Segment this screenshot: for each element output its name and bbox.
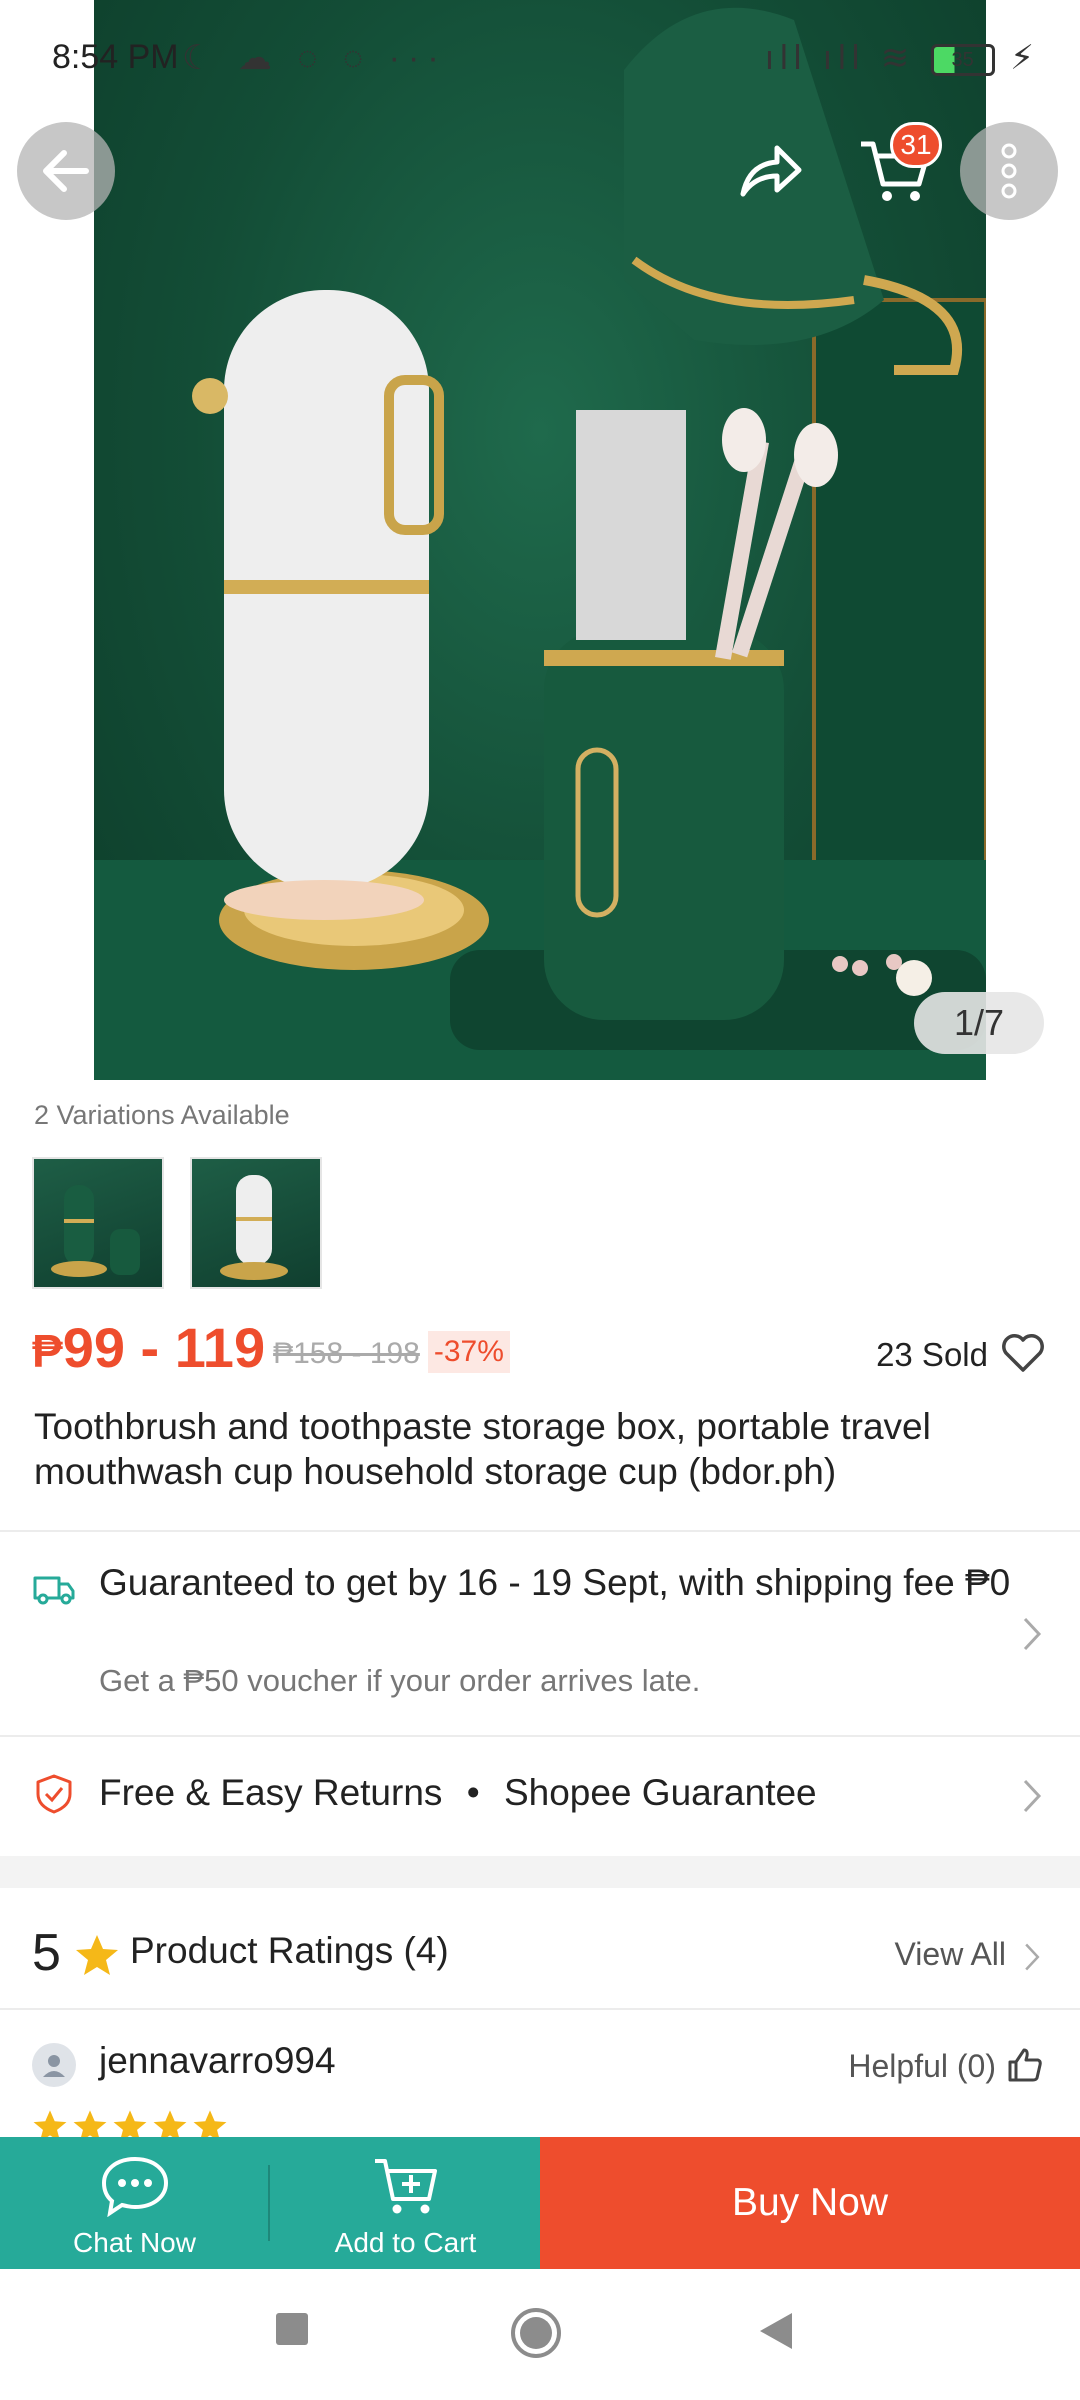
variation-image: [51, 1185, 140, 1277]
action-separator: [268, 2165, 270, 2241]
thumbs-up-icon[interactable]: [1006, 2046, 1044, 2084]
product-title: Toothbrush and toothpaste storage box, p…: [34, 1406, 931, 1492]
original-price: ₱158 - 198: [273, 1337, 420, 1370]
divider: [0, 1530, 1080, 1532]
arrow-left-icon: [43, 150, 89, 192]
signal-icon: ıll ıll ≋: [764, 39, 916, 77]
chat-now-label: Chat Now: [73, 2227, 196, 2258]
ratings-label: Product Ratings: [130, 1930, 394, 1971]
buy-now-button[interactable]: Buy Now: [540, 2137, 1080, 2269]
currency-symbol: ₱: [32, 1324, 63, 1377]
heart-icon: [1002, 1334, 1044, 1372]
star-icon: [193, 2110, 227, 2138]
home-icon[interactable]: [510, 2307, 562, 2359]
variation-thumbnail-white[interactable]: [190, 1157, 322, 1289]
more-vertical-icon: [1001, 143, 1017, 199]
charging-icon: ⚡: [1010, 39, 1040, 77]
add-to-cart-button[interactable]: Add to Cart: [271, 2137, 540, 2269]
system-navigation-bar: [0, 2269, 1080, 2400]
star-icon: [153, 2110, 187, 2138]
product-photo-illustration: [94, 7, 986, 1080]
reviewer-username: jennavarro994: [99, 2040, 336, 2081]
recents-icon[interactable]: [274, 2311, 310, 2347]
bottom-action-bar: Chat Now Add to Cart Buy Now: [0, 2137, 1080, 2269]
image-counter: 1/7: [914, 992, 1044, 1054]
add-to-cart-icon: [374, 2159, 437, 2214]
late-voucher-text: Get a ₱50 voucher if your order arrives …: [99, 1663, 701, 1698]
avatar: [32, 2043, 76, 2087]
star-icon: [76, 1935, 118, 1975]
secondary-actions: Chat Now Add to Cart: [0, 2137, 540, 2269]
price-range: ₱99 - 119: [32, 1315, 265, 1380]
view-all-link[interactable]: View All: [895, 1936, 1006, 1973]
shield-check-icon: [36, 1774, 72, 1814]
more-options-button[interactable]: [960, 122, 1058, 220]
rating-score: 5: [32, 1924, 61, 1982]
truck-icon: [33, 1576, 75, 1605]
star-icon: [33, 2110, 67, 2138]
chat-now-button[interactable]: Chat Now: [0, 2137, 269, 2269]
back-button[interactable]: [17, 122, 115, 220]
user-icon: [43, 2055, 65, 2077]
discount-badge: -37%: [427, 1331, 510, 1373]
review-stars: [32, 2108, 228, 2138]
ratings-title: Product Ratings (4): [130, 1930, 449, 1972]
free-returns-label: Free & Easy Returns: [99, 1772, 443, 1813]
bullet-separator: •: [466, 1772, 480, 1813]
cart-count-badge: 31: [890, 122, 942, 168]
battery-icon: 35: [930, 44, 995, 77]
favorite-button[interactable]: [1000, 1330, 1046, 1376]
star-icon: [73, 2110, 107, 2138]
variation-image: [220, 1175, 288, 1280]
variations-label: 2 Variations Available: [34, 1100, 290, 1130]
battery-level: 35: [951, 49, 974, 72]
shipping-guarantee-text: Guaranteed to get by 16 - 19 Sept, with …: [99, 1562, 1011, 1603]
status-bar: 8:54 PM ☾ ☁ ◌ ◌ ··· ıll ıll ≋ 35 ⚡: [0, 0, 1080, 110]
notification-icons: ☾ ☁ ◌ ◌ ···: [182, 39, 447, 77]
status-time: 8:54 PM: [52, 38, 179, 76]
back-nav-icon[interactable]: [758, 2311, 794, 2351]
chat-icon: [101, 2156, 168, 2217]
product-image-gallery[interactable]: 8:54 PM ☾ ☁ ◌ ◌ ··· ıll ıll ≋ 35 ⚡ 31 1/…: [0, 0, 1080, 1080]
variation-thumbnail-green[interactable]: [32, 1157, 164, 1289]
chevron-right-icon: [1023, 1617, 1042, 1651]
shopee-guarantee-label: Shopee Guarantee: [503, 1772, 817, 1813]
signal-wifi-icons: ıll ıll ≋ 35 ⚡: [765, 38, 1040, 78]
section-gap: [0, 1856, 1080, 1888]
chevron-right-icon: [1025, 1943, 1040, 1971]
sold-count: 23 Sold: [876, 1336, 988, 1373]
returns-text: Free & Easy Returns • Shopee Guarantee: [99, 1772, 817, 1814]
product-photo[interactable]: [94, 0, 986, 1080]
share-button[interactable]: [728, 134, 812, 210]
price-range-value: 99 - 119: [62, 1315, 266, 1379]
divider: [0, 1735, 1080, 1737]
chevron-right-icon: [1023, 1779, 1042, 1813]
share-icon: [740, 145, 802, 197]
ratings-count: (4): [403, 1930, 449, 1971]
helpful-button[interactable]: Helpful (0): [848, 2048, 996, 2085]
divider: [0, 2008, 1080, 2010]
star-icon: [113, 2110, 147, 2138]
price-row: ₱99 - 119 ₱158 - 198 -37%: [32, 1310, 510, 1384]
add-to-cart-label: Add to Cart: [334, 2227, 477, 2258]
